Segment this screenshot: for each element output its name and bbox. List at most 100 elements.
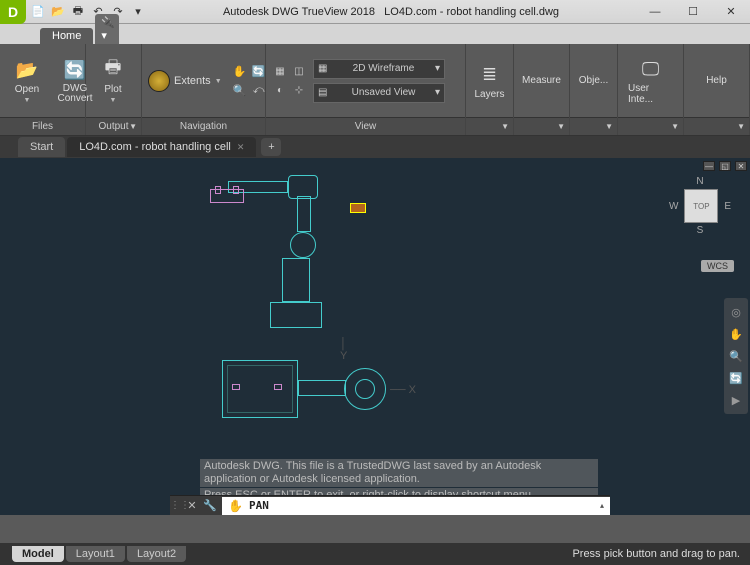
zoom-window-icon[interactable]: 🔍 [232, 82, 248, 98]
command-input[interactable]: ✋ PAN ▴ [222, 497, 610, 515]
view-icon: ▤ [318, 87, 332, 98]
plot-label: Plot [104, 84, 121, 95]
help-expander-icon[interactable]: ▼ [737, 122, 745, 131]
navbar-zoom-icon[interactable]: 🔍 [728, 348, 744, 364]
panel-layers: ≣Layers ▼ [466, 44, 514, 135]
dwg-convert-icon: 🔄 [61, 57, 89, 83]
object-expander-icon[interactable]: ▼ [605, 122, 613, 131]
command-line-grip-icon[interactable]: ⋮⋮ [170, 500, 180, 511]
command-text: PAN [249, 499, 269, 512]
wireframe-icon: ▦ [318, 63, 332, 74]
qat-open-icon[interactable]: 📂 [50, 4, 66, 20]
doc-tab-close-icon[interactable]: ✕ [237, 142, 245, 153]
navigation-bar: ◎ ✋ 🔍 🔄 ▶ [724, 298, 748, 414]
doc-tab-add-button[interactable]: + [261, 138, 281, 156]
open-folder-icon: 📂 [13, 57, 41, 83]
navbar-showmotion-icon[interactable]: ▶ [728, 392, 744, 408]
view-small-tools: ▦ ◫ ◐ ⊹ [272, 63, 307, 98]
tab-plugins[interactable]: 🔌▾ [95, 14, 119, 44]
viewcube-east[interactable]: E [724, 201, 731, 212]
ucs-y-axis: │Y [340, 338, 347, 362]
viewport-minimize-icon[interactable]: — [703, 161, 715, 171]
extents-label: Extents [174, 75, 211, 87]
nav-small-tools: ✋ 🔄 🔍 ⤺ [232, 63, 267, 98]
panel-navigation: Extents ▼ ✋ 🔄 🔍 ⤺ Navigation [142, 44, 266, 135]
steering-wheel-icon [148, 70, 170, 92]
panel-help: Help ▼ [684, 44, 750, 135]
robot-side-view [210, 173, 380, 328]
layers-label: Layers [474, 89, 504, 100]
viewcube-south[interactable]: S [660, 225, 740, 236]
ui-label: User Inte... [628, 83, 673, 105]
wcs-indicator[interactable]: WCS [701, 260, 734, 272]
ui-expander-icon[interactable]: ▼ [671, 122, 679, 131]
navbar-pan-icon[interactable]: ✋ [728, 326, 744, 342]
zoom-previous-icon[interactable]: ⤺ [251, 82, 267, 98]
command-line: ⋮⋮ ✕ 🔧 ✋ PAN ▴ [170, 495, 610, 515]
open-button[interactable]: 📂 Open ▼ [6, 49, 48, 113]
views-icon[interactable]: ▦ [272, 63, 288, 79]
plot-button[interactable]: 🖶 Plot ▼ [92, 49, 134, 113]
help-button[interactable]: Help [696, 49, 738, 113]
ui-icon: 🖵 [637, 56, 665, 82]
measure-expander-icon[interactable]: ▼ [557, 122, 565, 131]
qat-new-icon[interactable]: 📄 [30, 4, 46, 20]
viewport-close-icon[interactable]: ✕ [735, 161, 747, 171]
robot-top-view [222, 360, 298, 418]
pan-icon[interactable]: ✋ [232, 63, 248, 79]
document-tab-strip: Start LO4D.com - robot handling cell ✕ + [0, 136, 750, 158]
doc-tab-active[interactable]: LO4D.com - robot handling cell ✕ [67, 137, 256, 157]
user-interface-button[interactable]: 🖵User Inte... [624, 49, 677, 113]
named-view-value: Unsaved View [352, 87, 416, 98]
pan-cursor-icon: ✋ [228, 499, 243, 513]
visual-style-icon[interactable]: ◐ [272, 82, 288, 98]
navbar-orbit-icon[interactable]: 🔄 [728, 370, 744, 386]
viewcube-north[interactable]: N [660, 176, 740, 187]
maximize-button[interactable]: ☐ [674, 0, 712, 24]
ucs-icon[interactable]: ⊹ [291, 82, 307, 98]
qat-dropdown-icon[interactable]: ▾ [130, 4, 146, 20]
orbit-icon[interactable]: 🔄 [251, 63, 267, 79]
extents-button[interactable]: Extents ▼ [148, 70, 222, 92]
viewcube-face[interactable]: TOP [684, 189, 718, 223]
minimize-button[interactable]: — [636, 0, 674, 24]
viewcube[interactable]: N W TOP E S [660, 176, 740, 236]
object-label: Obje... [579, 75, 608, 86]
navbar-wheel-icon[interactable]: ◎ [728, 304, 744, 320]
object-button[interactable]: Obje... [573, 49, 615, 113]
viewport-restore-icon[interactable]: ◱ [719, 161, 731, 171]
command-settings-icon[interactable]: 🔧 [202, 498, 218, 514]
panel-navigation-title: Navigation [142, 117, 265, 135]
help-label: Help [706, 75, 727, 86]
visual-style-dropdown[interactable]: ▦ 2D Wireframe ▾ [313, 59, 445, 79]
layout-tab-layout1[interactable]: Layout1 [66, 546, 125, 562]
drawing-viewport[interactable]: — ◱ ✕ N W TOP E S WCS ◎ ✋ 🔍 🔄 ▶ │Y ── X … [0, 158, 750, 515]
close-button[interactable]: ✕ [712, 0, 750, 24]
command-close-icon[interactable]: ✕ [184, 498, 200, 514]
open-label: Open [15, 84, 39, 95]
panel-files: 📂 Open ▼ 🔄 DWG Convert Files [0, 44, 86, 135]
named-view-dropdown[interactable]: ▤ Unsaved View ▾ [313, 83, 445, 103]
console-line-1: Autodesk DWG. This file is a TrustedDWG … [200, 459, 598, 487]
command-history-dropdown-icon[interactable]: ▴ [600, 501, 604, 510]
qat-plot-icon[interactable]: 🖶 [70, 4, 86, 20]
measure-button[interactable]: Measure [520, 49, 563, 113]
viewport-icon[interactable]: ◫ [291, 63, 307, 79]
layout-tab-model[interactable]: Model [12, 546, 64, 562]
drawing-label-block [350, 203, 366, 213]
doc-tab-start[interactable]: Start [18, 137, 65, 157]
viewport-controls: — ◱ ✕ [703, 161, 747, 171]
layout-tab-strip: Model Layout1 Layout2 Press pick button … [0, 543, 750, 565]
layers-expander-icon[interactable]: ▼ [501, 122, 509, 131]
panel-measure: Measure ▼ [514, 44, 570, 135]
app-menu-button[interactable]: D [0, 0, 26, 24]
layers-button[interactable]: ≣Layers [469, 49, 511, 113]
layout-tab-layout2[interactable]: Layout2 [127, 546, 186, 562]
panel-files-title: Files [0, 117, 85, 135]
layers-icon: ≣ [476, 62, 504, 88]
ribbon-tab-strip: Home 🔌▾ [0, 24, 750, 44]
panel-output-title: Output▼ [86, 117, 141, 135]
viewcube-west[interactable]: W [669, 201, 678, 212]
tab-home[interactable]: Home [40, 28, 93, 44]
panel-view: ▦ ◫ ◐ ⊹ ▦ 2D Wireframe ▾ ▤ Unsaved View … [266, 44, 466, 135]
